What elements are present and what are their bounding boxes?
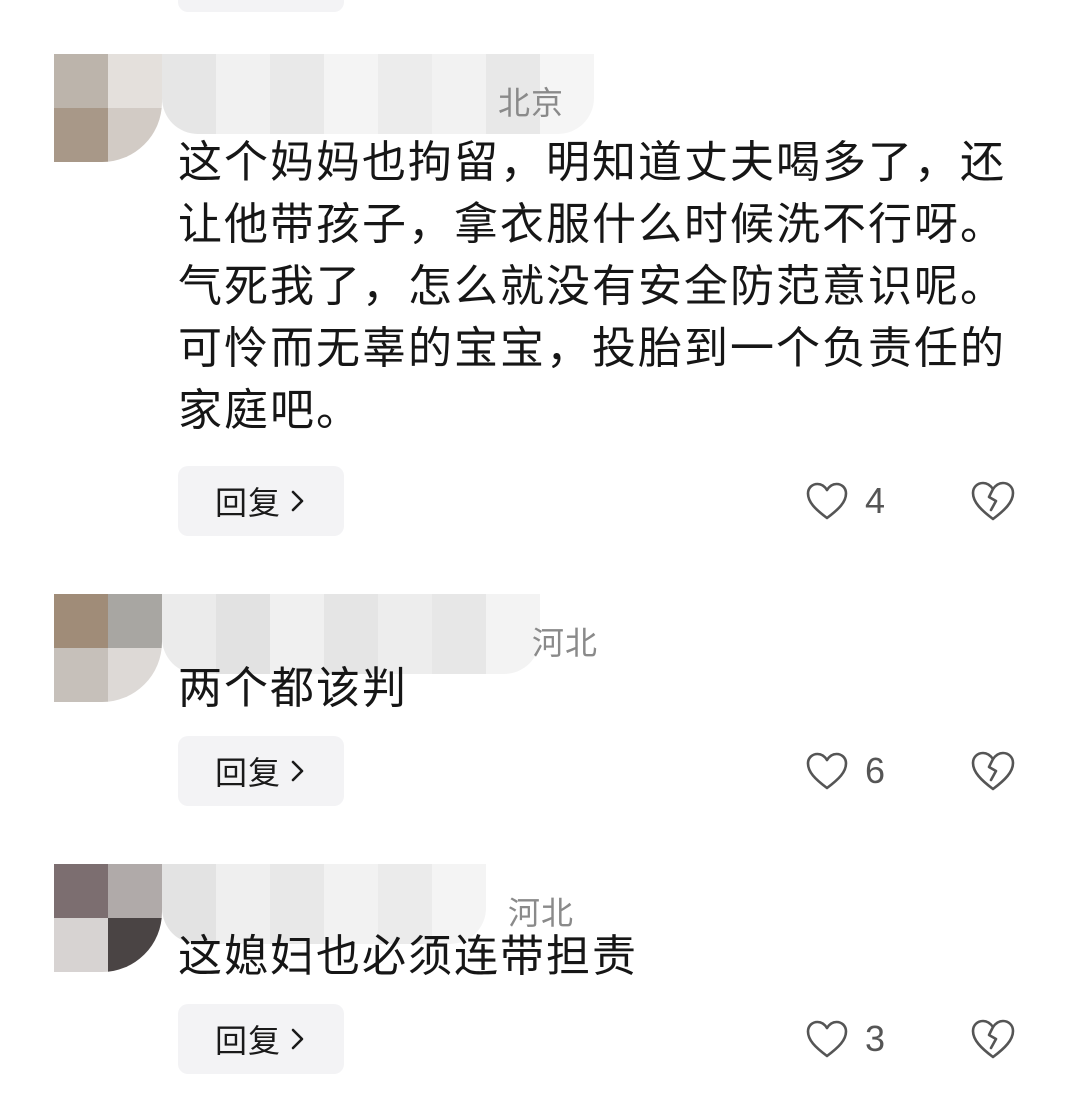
comment-text: 这媳妇也必须连带担责 <box>178 931 638 982</box>
like-count: 3 <box>865 1018 886 1059</box>
comment-text: 这个妈妈也拘留，明知道丈夫喝多了，还让他带孩子，拿衣服什么时候洗不行呀。气死我了… <box>178 137 1006 436</box>
dislike-button[interactable] <box>970 736 1016 806</box>
heart-outline-icon <box>806 1020 848 1058</box>
chevron-right-icon <box>291 490 304 512</box>
like-button[interactable]: 6 <box>805 736 885 806</box>
like-button[interactable]: 4 <box>805 466 885 536</box>
chevron-right-icon <box>291 760 304 782</box>
reply-button[interactable]: 回复 <box>178 736 344 806</box>
broken-heart-icon <box>971 1019 1015 1059</box>
location-label: 北京 <box>498 84 565 122</box>
broken-heart-icon <box>971 751 1015 791</box>
broken-heart-icon <box>971 481 1015 521</box>
avatar[interactable] <box>54 54 162 162</box>
reply-button[interactable]: 回复 <box>178 1004 344 1074</box>
avatar[interactable] <box>54 594 162 702</box>
reply-label: 回复 <box>214 1022 281 1060</box>
like-count: 6 <box>865 750 886 791</box>
heart-outline-icon <box>806 482 848 520</box>
reply-label: 回复 <box>214 484 281 522</box>
like-button[interactable]: 3 <box>805 1004 885 1074</box>
chevron-right-icon <box>291 1028 304 1050</box>
heart-outline-icon <box>806 752 848 790</box>
previous-reply-button[interactable] <box>178 0 344 12</box>
comment-text: 两个都该判 <box>178 663 408 714</box>
avatar[interactable] <box>54 864 162 972</box>
like-count: 4 <box>865 480 886 521</box>
dislike-button[interactable] <box>970 1004 1016 1074</box>
reply-label: 回复 <box>214 754 281 792</box>
dislike-button[interactable] <box>970 466 1016 536</box>
reply-button[interactable]: 回复 <box>178 466 344 536</box>
